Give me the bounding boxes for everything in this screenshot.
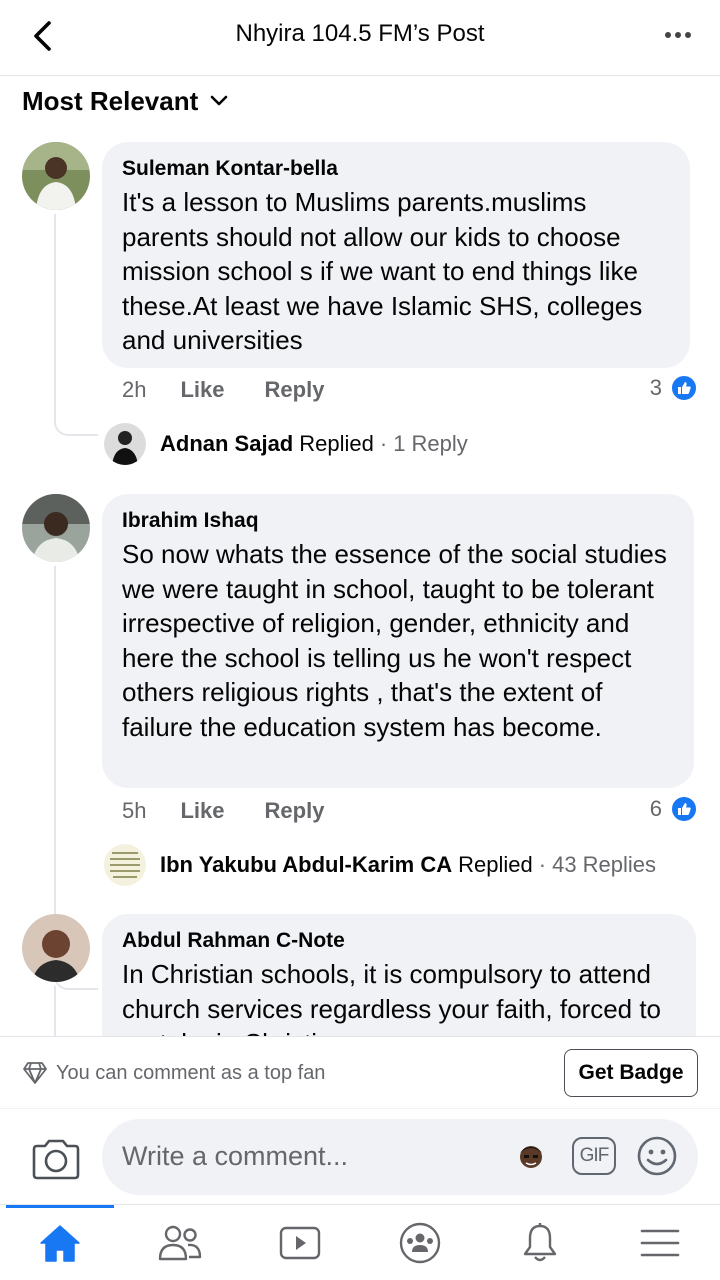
chevron-down-icon [210,95,228,106]
groups-icon [399,1222,441,1264]
replies-preview[interactable]: Ibn Yakubu Abdul-Karim CA Replied · 43 R… [104,843,656,887]
profile-photo [22,494,90,562]
comment-placeholder: Write a comment... [122,1141,349,1171]
reply-verb: Replied [458,852,533,877]
comment-input[interactable]: Write a comment... GIF [102,1119,698,1195]
top-fan-bar: You can comment as a top fan Get Badge [0,1036,720,1108]
reaction-count: 6 [649,796,662,821]
thread-connector [54,986,98,1036]
comment-bubble[interactable]: Ibrahim Ishaq So now whats the essence o… [102,494,694,788]
more-options-button[interactable] [658,20,698,50]
camera-icon[interactable] [30,1137,82,1181]
comment-text: It's a lesson to Muslims parents.muslims… [122,187,643,355]
gif-button[interactable]: GIF [572,1137,616,1175]
comment-author[interactable]: Abdul Rahman C-Note [122,928,676,954]
comment-author[interactable]: Ibrahim Ishaq [122,508,674,534]
replies-preview[interactable]: Adnan Sajad Replied · 1 Reply [104,422,468,466]
tab-watch[interactable] [270,1219,330,1267]
like-button[interactable]: Like [180,798,224,824]
bell-icon [523,1223,557,1262]
tab-menu[interactable] [630,1219,690,1267]
reaction-summary[interactable]: 3 [650,374,698,402]
avatar-sticker-icon[interactable] [516,1141,546,1173]
watch-icon [279,1226,321,1260]
reply-count: 1 Reply [393,431,468,456]
comments-list: Suleman Kontar-bella It's a lesson to Mu… [0,130,720,1036]
comment-text: So now whats the essence of the social s… [122,539,667,742]
more-dot-icon [685,32,691,38]
separator-dot: · [379,431,388,456]
tab-friends[interactable] [150,1219,210,1267]
tab-groups[interactable] [390,1219,450,1267]
reply-author: Adnan Sajad [160,431,294,456]
reply-verb: Replied [299,431,374,456]
comment-author[interactable]: Suleman Kontar-bella [122,156,670,182]
separator-dot: · [538,852,547,877]
more-dot-icon [665,32,671,38]
avatar[interactable] [22,914,90,982]
comment-composer: Write a comment... GIF [0,1108,720,1204]
thumbs-up-icon [670,374,698,402]
thumbs-up-icon [670,795,698,823]
reaction-count: 3 [649,375,662,400]
more-dot-icon [675,32,681,38]
reply-button[interactable]: Reply [265,377,325,403]
home-icon [40,1225,80,1262]
top-fan-text: You can comment as a top fan [56,1062,326,1084]
like-button[interactable]: Like [180,377,224,403]
thread-connector [54,214,98,436]
comment-time[interactable]: 5h [122,798,146,824]
reaction-summary[interactable]: 6 [650,795,698,823]
profile-photo [22,914,90,982]
profile-photo [22,142,90,210]
avatar[interactable] [22,494,90,562]
comment-time[interactable]: 2h [122,377,146,403]
comment-bubble[interactable]: Abdul Rahman C-Note In Christian schools… [102,914,696,1036]
emoji-icon[interactable] [636,1135,678,1177]
comment-actions: 2h Like Reply [122,375,364,405]
friends-icon [158,1225,202,1261]
reply-button[interactable]: Reply [265,798,325,824]
comment-bubble[interactable]: Suleman Kontar-bella It's a lesson to Mu… [102,142,690,368]
sort-label: Most Relevant [22,85,199,116]
tab-home[interactable] [30,1219,90,1267]
page-title: Nhyira 104.5 FM’s Post [235,20,485,47]
bottom-tab-bar [0,1204,720,1280]
menu-icon [640,1229,680,1257]
get-badge-button[interactable]: Get Badge [564,1049,698,1097]
diamond-icon [23,1062,47,1084]
reply-count: 43 Replies [552,852,657,877]
comment-actions: 5h Like Reply [122,796,364,826]
avatar[interactable] [22,142,90,210]
comment-sort-dropdown[interactable]: Most Relevant [22,84,228,118]
post-header: Nhyira 104.5 FM’s Post [0,0,720,76]
tab-notifications[interactable] [510,1219,570,1267]
active-tab-indicator [6,1205,114,1208]
reply-author: Ibn Yakubu Abdul-Karim CA [160,852,453,877]
comment-text: In Christian schools, it is compulsory t… [122,959,662,1036]
avatar [104,844,146,886]
avatar [104,423,146,465]
